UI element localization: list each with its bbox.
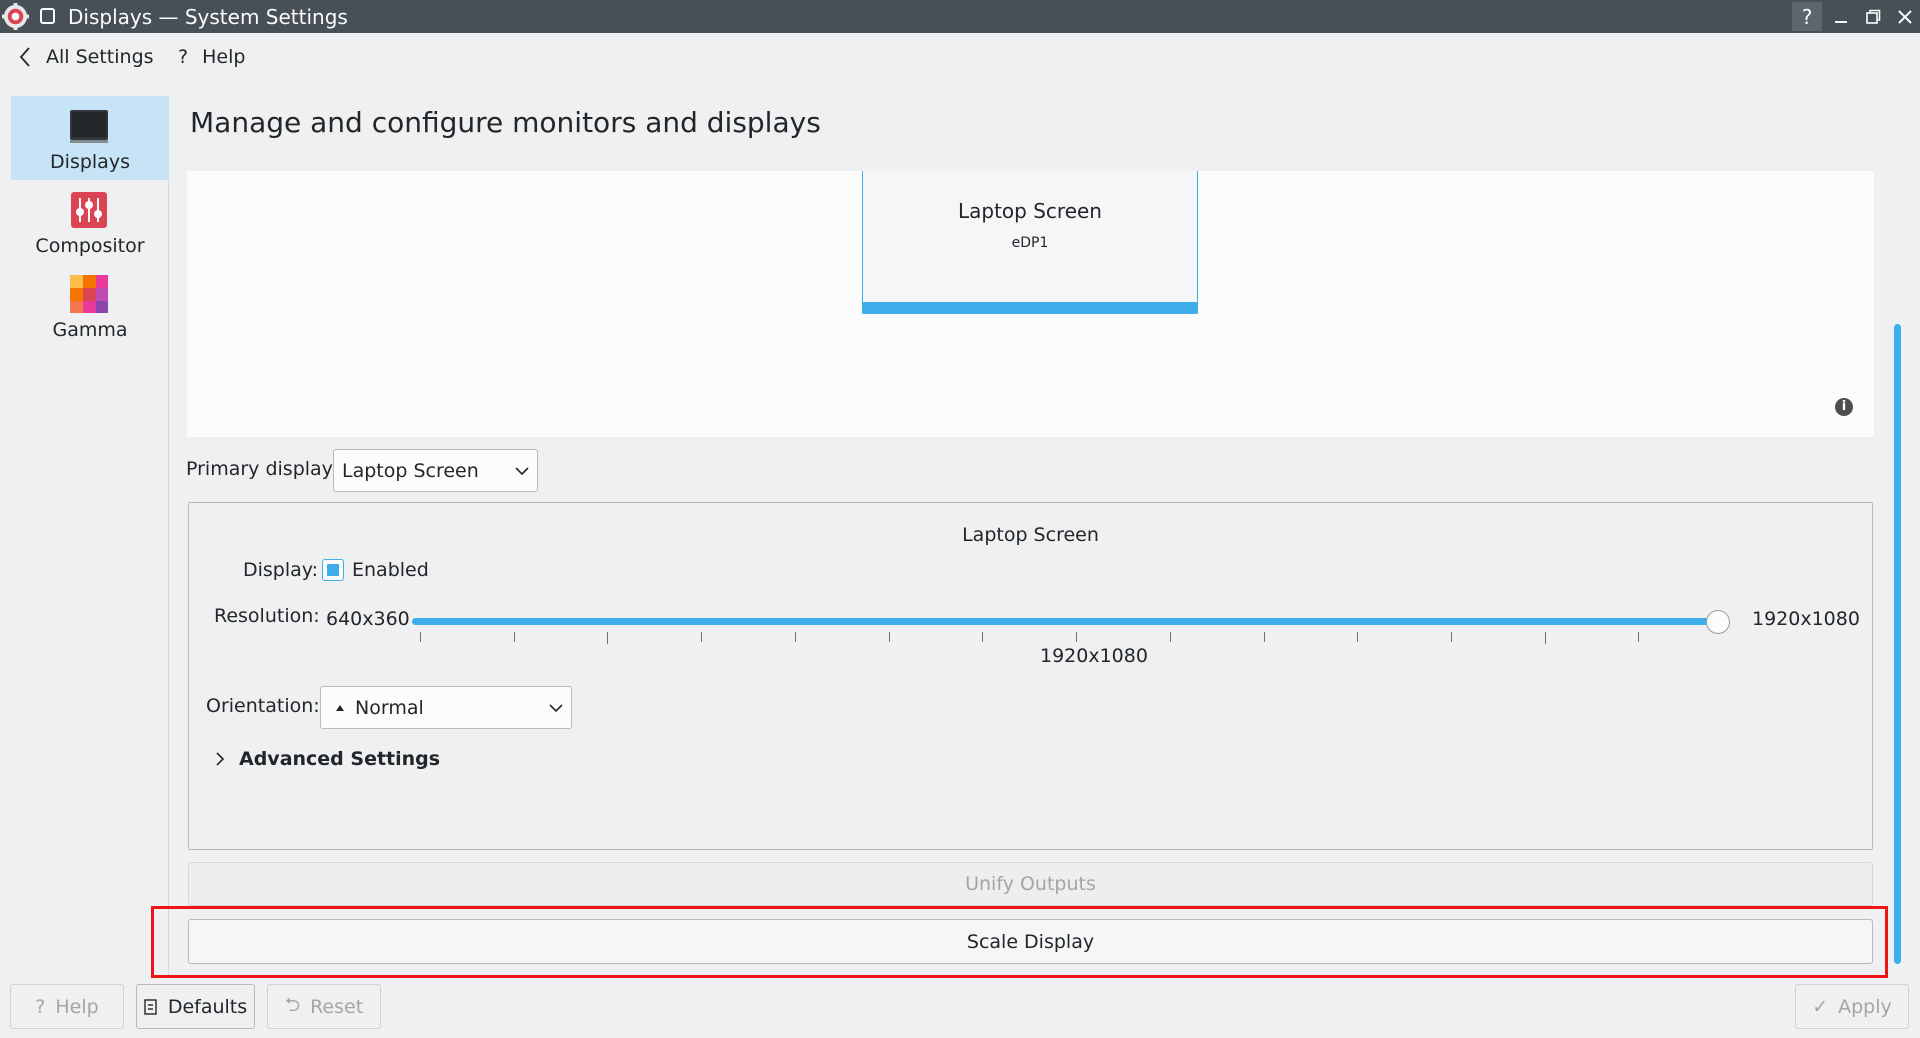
enabled-label[interactable]: Enabled <box>352 559 429 581</box>
chevron-down-icon <box>549 703 563 712</box>
maximize-button[interactable] <box>1858 2 1888 31</box>
help-button[interactable]: ? Help <box>178 46 245 68</box>
close-button[interactable] <box>1890 2 1920 31</box>
orientation-select[interactable]: Normal <box>320 686 572 729</box>
primary-display-value: Laptop Screen <box>342 459 479 482</box>
highlight-box <box>151 906 1888 978</box>
resolution-current-label: 1920x1080 <box>1040 645 1148 667</box>
slider-tick <box>1076 632 1077 642</box>
advanced-settings-toggle[interactable]: Advanced Settings <box>215 748 440 770</box>
reset-label: Reset <box>310 995 364 1018</box>
back-arrow-icon <box>19 47 30 67</box>
primary-display-label: Primary display: <box>186 458 338 480</box>
window-title: Displays — System Settings <box>68 5 348 29</box>
info-icon[interactable]: i <box>1835 398 1853 416</box>
slider-tick <box>795 632 796 642</box>
enabled-checkbox[interactable] <box>322 559 344 581</box>
slider-tick <box>1451 632 1452 642</box>
sidebar-item-label: Displays <box>50 151 130 173</box>
footer-help-button[interactable]: ? Help <box>10 984 124 1029</box>
page-title: Manage and configure monitors and displa… <box>190 106 821 139</box>
compositor-icon <box>71 192 107 228</box>
monitor-icon <box>70 110 108 143</box>
slider-tick <box>701 632 702 642</box>
reset-button[interactable]: ⮌ Reset <box>267 984 381 1029</box>
gamma-icon <box>70 275 108 313</box>
system-settings-icon[interactable] <box>2 3 29 30</box>
slider-handle[interactable] <box>1706 610 1730 634</box>
minimize-icon <box>1835 20 1847 23</box>
orientation-label: Orientation: <box>206 695 320 717</box>
slider-tick <box>1264 632 1265 642</box>
close-icon <box>1898 9 1912 24</box>
orientation-arrow-icon <box>336 704 344 711</box>
footer-help-label: Help <box>55 995 99 1018</box>
slider-tick <box>1170 632 1171 642</box>
orientation-value: Normal <box>355 696 424 719</box>
minimize-button[interactable] <box>1826 2 1856 31</box>
monitor-selected-bar <box>862 302 1198 314</box>
slider-tick <box>420 632 421 642</box>
slider-tick <box>607 632 608 644</box>
defaults-label: Defaults <box>167 995 248 1018</box>
navigation-bar: All Settings ? Help <box>0 33 1920 87</box>
advanced-settings-label: Advanced Settings <box>239 748 441 770</box>
slider-tick <box>1638 632 1639 642</box>
monitor-name: Laptop Screen <box>958 199 1102 223</box>
context-help-button[interactable]: ? <box>1792 2 1822 31</box>
apply-button[interactable]: ✓ Apply <box>1795 984 1909 1029</box>
apply-label: Apply <box>1838 995 1892 1018</box>
defaults-button[interactable]: Defaults <box>136 984 255 1029</box>
restore-icon <box>1866 9 1881 24</box>
document-revert-icon <box>144 998 157 1015</box>
sidebar-item-gamma[interactable]: Gamma <box>11 264 169 348</box>
resolution-min-label: 640x360 <box>326 608 410 630</box>
primary-display-select[interactable]: Laptop Screen <box>333 449 538 492</box>
sidebar: Displays Compositor Gamma <box>11 96 169 976</box>
help-label: Help <box>202 46 246 68</box>
help-icon: ? <box>178 46 189 68</box>
all-settings-label: All Settings <box>46 46 154 68</box>
resolution-max-label: 1920x1080 <box>1752 608 1860 630</box>
monitor-id: eDP1 <box>1011 235 1049 251</box>
chevron-down-icon <box>515 466 529 475</box>
keep-above-icon[interactable] <box>40 8 55 24</box>
scrollbar[interactable] <box>1894 324 1901 964</box>
slider-tick <box>982 632 983 642</box>
display-arrangement-area[interactable]: Laptop Screen eDP1 i <box>187 171 1874 437</box>
apply-icon: ✓ <box>1812 995 1829 1018</box>
slider-tick <box>889 632 890 642</box>
slider-track <box>412 618 1722 625</box>
sidebar-item-label: Compositor <box>35 235 145 257</box>
display-label: Display: <box>243 559 319 581</box>
unify-outputs-button[interactable]: Unify Outputs <box>188 862 1873 906</box>
output-settings-group: Laptop Screen Display: Enabled Resolutio… <box>188 502 1873 850</box>
reset-icon: ⮌ <box>284 993 301 1016</box>
sidebar-item-label: Gamma <box>52 319 128 341</box>
sidebar-item-compositor[interactable]: Compositor <box>11 180 169 264</box>
resolution-label: Resolution: <box>214 605 320 627</box>
slider-tick <box>1545 632 1546 644</box>
all-settings-button[interactable]: All Settings <box>18 46 154 68</box>
help-icon: ? <box>35 995 46 1018</box>
output-title: Laptop Screen <box>962 524 1099 546</box>
chevron-right-icon <box>216 752 225 766</box>
slider-tick <box>514 632 515 642</box>
sidebar-item-displays[interactable]: Displays <box>11 96 169 180</box>
title-bar: Displays — System Settings ? <box>0 0 1920 33</box>
slider-tick <box>1357 632 1358 642</box>
monitor-laptop-screen[interactable]: Laptop Screen eDP1 <box>862 171 1198 314</box>
